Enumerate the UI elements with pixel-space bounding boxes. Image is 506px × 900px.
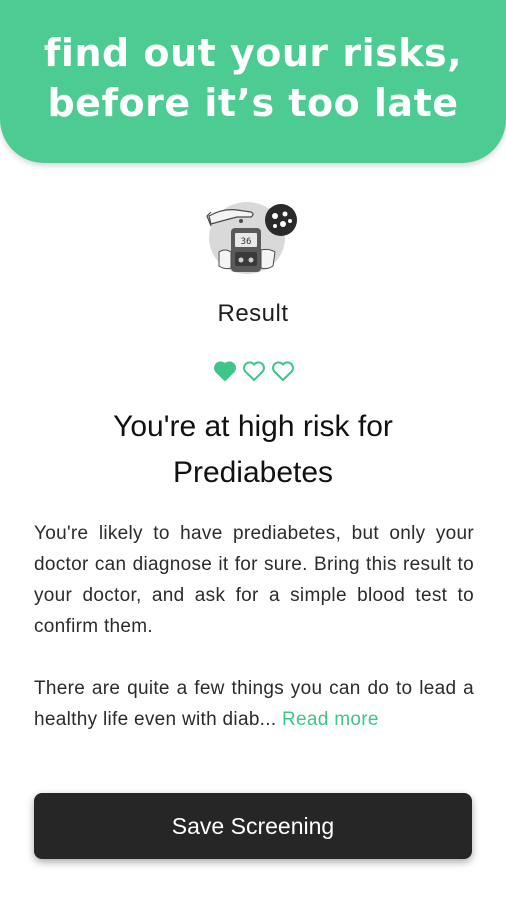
headline-line-1: You're at high risk for [113,410,393,443]
banner-title-line-2: before it’s too late [47,80,459,125]
result-advice: There are quite a few things you can do … [34,673,474,735]
result-label: Result [217,300,289,327]
banner-title-line-1: find out your risks, [43,30,463,75]
save-screening-button[interactable]: Save Screening [34,793,472,859]
heart-outline-icon [243,361,265,381]
read-more-link[interactable]: Read more [282,709,379,730]
header-banner: find out your risks, before it’s too lat… [0,0,506,163]
advice-text: There are quite a few things you can do … [34,678,474,730]
heart-outline-icon [272,361,294,381]
result-headline: You're at high risk for Prediabetes [40,404,466,496]
result-description: You're likely to have prediabetes, but o… [34,523,474,637]
heart-filled-icon [214,361,236,381]
svg-text:36: 36 [241,237,252,247]
glucose-meter-illustration: 36 [206,202,297,274]
headline-line-2: Prediabetes [172,456,334,489]
risk-rating [213,360,295,384]
